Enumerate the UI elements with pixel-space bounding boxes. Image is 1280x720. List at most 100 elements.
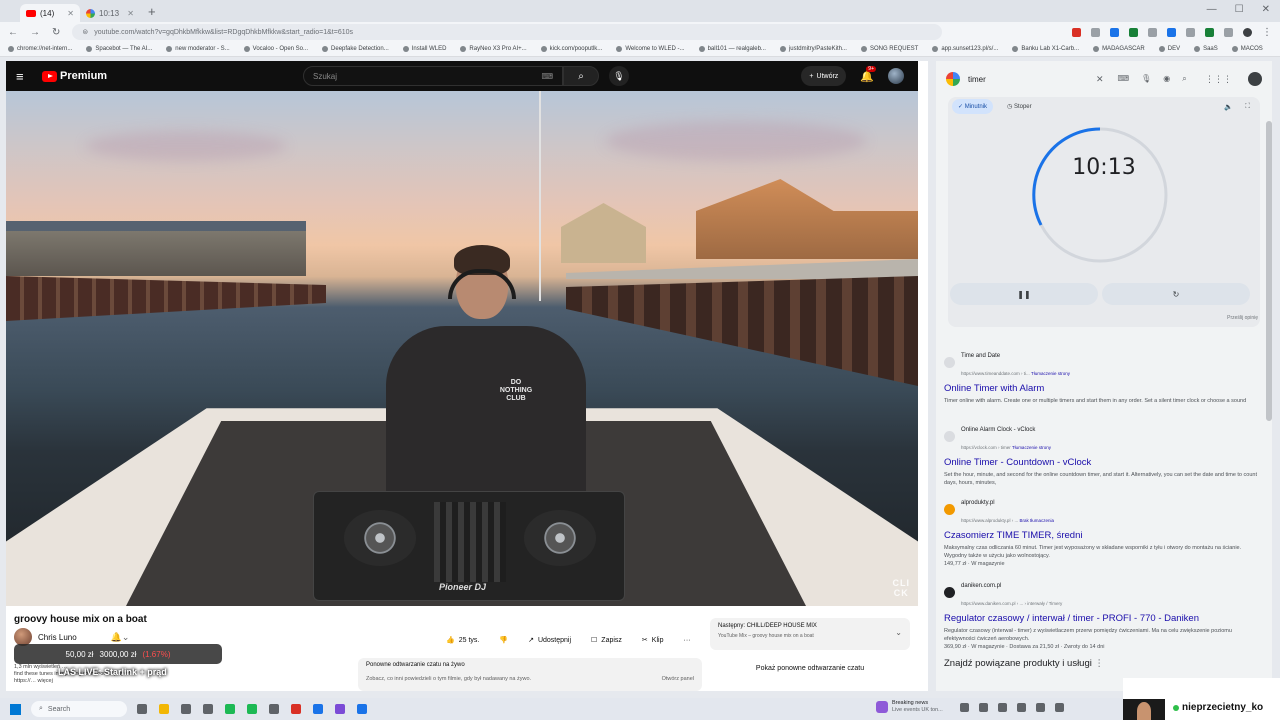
- lens-icon[interactable]: ◉: [1163, 74, 1170, 84]
- profile-avatar[interactable]: [1243, 27, 1252, 37]
- avatar[interactable]: [1248, 72, 1262, 86]
- dislike-button[interactable]: 👎: [499, 636, 508, 644]
- keyboard-icon[interactable]: ⌨: [1118, 74, 1130, 84]
- bookmark-item[interactable]: DEV: [1158, 46, 1180, 52]
- minimize-icon[interactable]: —: [1207, 4, 1217, 15]
- chevron-down-icon[interactable]: ⌄: [895, 628, 902, 637]
- extension-icon[interactable]: [1148, 27, 1157, 37]
- google-search-input[interactable]: timer: [968, 75, 1088, 84]
- tray-icon[interactable]: [998, 703, 1007, 712]
- clear-icon[interactable]: ✕: [1096, 74, 1104, 85]
- bookmark-item[interactable]: ball101 — realgaleb...: [698, 46, 766, 52]
- maximize-icon[interactable]: ☐: [1235, 4, 1244, 15]
- like-button[interactable]: 👍 25 tys.: [446, 636, 479, 645]
- app-icon[interactable]: [291, 704, 301, 714]
- new-tab-button[interactable]: +: [148, 4, 156, 19]
- close-tab-icon[interactable]: ✕: [127, 9, 134, 18]
- site-info-icon[interactable]: ⊜: [82, 28, 88, 36]
- bookmark-item[interactable]: Banku Lab X1-Carb...: [1012, 46, 1079, 52]
- pause-button[interactable]: ❚❚: [950, 283, 1098, 305]
- extension-icon[interactable]: [1205, 27, 1214, 37]
- mic-icon[interactable]: 🎙: [1141, 74, 1151, 84]
- translate-link[interactable]: Tłumaczenie strony: [1012, 445, 1051, 450]
- result-source[interactable]: alprodukty.pl https://www.alprodukty.pl ›…: [944, 491, 1264, 527]
- extension-icon[interactable]: [1091, 27, 1100, 37]
- bookmark-item[interactable]: kick.com/pooputlk...: [540, 46, 602, 52]
- tray-icon[interactable]: [1017, 703, 1026, 712]
- chrome-icon[interactable]: [313, 704, 323, 714]
- tray-icon[interactable]: [960, 703, 969, 712]
- tray-icon[interactable]: [979, 703, 988, 712]
- windows-start-icon[interactable]: [10, 703, 21, 715]
- app-icon[interactable]: [181, 704, 191, 714]
- scrollbar[interactable]: [1266, 121, 1272, 421]
- bookmark-item[interactable]: Spacebot — The AI...: [86, 46, 152, 52]
- result-title-link[interactable]: Online Timer - Countdown - vClock: [944, 457, 1264, 468]
- bookmark-item[interactable]: Install WLED: [402, 46, 446, 52]
- extension-icon[interactable]: [1072, 27, 1081, 37]
- bookmark-item[interactable]: MACOS: [1231, 46, 1263, 52]
- bookmark-item[interactable]: Welcome to WLED -...: [616, 46, 685, 52]
- result-source[interactable]: daniken.com.pl https://www.daniken.com.pl…: [944, 574, 1264, 610]
- tray-icon[interactable]: [1055, 703, 1064, 712]
- bookmark-item[interactable]: chrome://net-intern...: [8, 46, 72, 52]
- result-source[interactable]: Time and Date https://www.timeanddate.com…: [944, 344, 1264, 380]
- feedback-link[interactable]: Prześlij opinię: [1227, 315, 1258, 321]
- bookmark-item[interactable]: SaaS: [1194, 46, 1218, 52]
- file-explorer-icon[interactable]: [159, 704, 169, 714]
- more-actions-button[interactable]: ···: [683, 637, 690, 644]
- bookmark-item[interactable]: new moderator - S...: [166, 46, 230, 52]
- channel-name[interactable]: Chris Luno: [38, 633, 77, 642]
- app-icon[interactable]: [247, 704, 257, 714]
- kebab-menu-icon[interactable]: ⋮: [1262, 27, 1272, 38]
- result-source[interactable]: Online Alarm Clock - vClock https://vcloc…: [944, 418, 1264, 454]
- google-logo-icon[interactable]: [946, 72, 960, 86]
- reset-button[interactable]: ↻: [1102, 283, 1250, 305]
- channel-watermark[interactable]: CLI CK: [893, 578, 911, 598]
- bookmark-item[interactable]: app.sunset123.pl/s/...: [932, 46, 998, 52]
- tray-icon[interactable]: [1036, 703, 1045, 712]
- show-chat-replay-button[interactable]: Pokaż ponowne odtwarzanie czatu: [710, 658, 910, 678]
- search-input[interactable]: Szukaj ⌨: [303, 66, 563, 86]
- subscription-bell-icon[interactable]: 🔔⌄: [111, 632, 130, 643]
- search-icon[interactable]: ⌕: [1182, 74, 1186, 84]
- apps-grid-icon[interactable]: ⋮⋮⋮: [1205, 74, 1232, 85]
- app-icon[interactable]: [335, 704, 345, 714]
- bookmark-item[interactable]: justdmitry/PasteKith...: [779, 46, 847, 52]
- create-button[interactable]: + Utwórz: [801, 66, 847, 86]
- spotify-icon[interactable]: [225, 704, 235, 714]
- address-bar[interactable]: ⊜ youtube.com/watch?v=gqDhkbMfkkw&list=R…: [72, 24, 943, 40]
- news-widget[interactable]: Breaking news Live events UK ton...: [876, 700, 943, 714]
- more-options-icon[interactable]: ⋮: [1095, 658, 1105, 669]
- next-up-card[interactable]: Następny: CHILL/DEEP HOUSE MIX YouTube M…: [710, 618, 910, 650]
- extension-icon[interactable]: [1186, 27, 1195, 37]
- youtube-logo[interactable]: Premium: [42, 70, 107, 82]
- bookmark-item[interactable]: SONG REQUEST: [860, 46, 918, 52]
- voice-search-button[interactable]: 🎙: [609, 66, 629, 86]
- close-window-icon[interactable]: ✕: [1262, 4, 1270, 15]
- clip-button[interactable]: ✂ Klip: [642, 636, 664, 645]
- menu-icon[interactable]: ≡: [16, 69, 36, 84]
- tab-google-timer[interactable]: 10:13 ✕: [80, 4, 140, 22]
- bookmark-item[interactable]: RayNeo X3 Pro AI+...: [460, 46, 527, 52]
- back-icon[interactable]: ←: [8, 27, 18, 38]
- close-tab-icon[interactable]: ✕: [67, 9, 74, 18]
- keyboard-icon[interactable]: ⌨: [541, 72, 553, 81]
- tab-timer[interactable]: ✓ Minutnik: [952, 99, 994, 114]
- related-products-heading[interactable]: Znajdź powiązane produkty i usługi ⋮: [944, 658, 1104, 669]
- reload-icon[interactable]: ↻: [52, 27, 60, 38]
- share-button[interactable]: ↗ Udostępnij: [528, 636, 571, 645]
- extension-icon[interactable]: [1167, 27, 1176, 37]
- app-icon[interactable]: [269, 704, 279, 714]
- notifications-button[interactable]: 🔔 9+: [860, 65, 876, 83]
- avatar[interactable]: [888, 68, 904, 84]
- tab-stopwatch[interactable]: ◷ Stoper: [1001, 99, 1038, 114]
- video-player[interactable]: DO NOTHING CLUB Pioneer DJ CLI CK: [6, 91, 918, 606]
- puzzle-icon[interactable]: [1224, 27, 1233, 37]
- search-button[interactable]: ⌕: [563, 66, 599, 86]
- tab-youtube[interactable]: (14) ✕: [20, 4, 80, 22]
- app-icon[interactable]: [357, 704, 367, 714]
- result-title-link[interactable]: Online Timer with Alarm: [944, 383, 1264, 394]
- taskbar-search[interactable]: ⌕ Search: [31, 701, 127, 717]
- bookmark-item[interactable]: Vocaloo - Open So...: [243, 46, 308, 52]
